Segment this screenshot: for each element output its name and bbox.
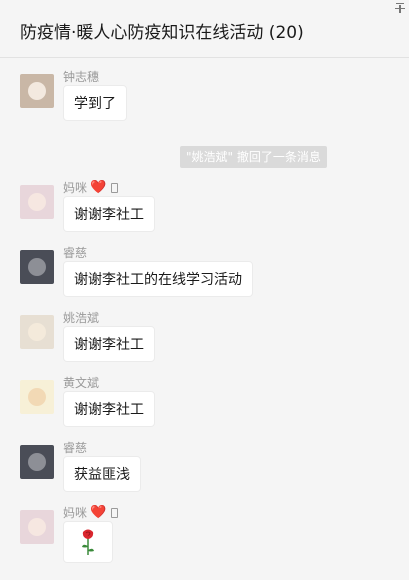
dark-avatar[interactable]: [20, 250, 54, 284]
chat-title: 防疫情·暖人心防疫知识在线活动 (20): [20, 23, 304, 43]
chat-header: 防疫情·暖人心防疫知识在线活动 (20): [0, 0, 409, 58]
message-bubble[interactable]: 获益匪浅: [63, 456, 141, 492]
sender-name: 妈咪 ❤️: [63, 504, 119, 521]
heart-icon: ❤️: [90, 179, 107, 195]
sender-name: 睿慈: [63, 441, 88, 455]
recall-notice: "姚浩斌" 撤回了一条消息: [180, 146, 327, 168]
sender-name: 妈咪 ❤️: [63, 179, 119, 196]
sticker-bubble[interactable]: [63, 521, 113, 563]
message-bubble[interactable]: 谢谢李社工的在线学习活动: [63, 261, 253, 297]
sender-name: 黄文斌: [63, 376, 100, 390]
message-list[interactable]: 钟志穗 学到了 "姚浩斌" 撤回了一条消息 妈咪 ❤️ 谢谢李社工 睿慈 谢谢李…: [0, 58, 409, 580]
heart-icon: ❤️: [90, 504, 107, 520]
rose-icon: [82, 529, 94, 555]
sender-name: 睿慈: [63, 246, 88, 260]
message-bubble[interactable]: 谢谢李社工: [63, 326, 155, 362]
bowl-avatar[interactable]: [20, 315, 54, 349]
dark-avatar[interactable]: [20, 445, 54, 479]
cartoon-avatar[interactable]: [20, 380, 54, 414]
baby-avatar[interactable]: [20, 185, 54, 219]
sender-name: 姚浩斌: [63, 311, 100, 325]
sender-name: 钟志穗: [63, 70, 100, 84]
cat-avatar[interactable]: [20, 74, 54, 108]
message-bubble[interactable]: 谢谢李社工: [63, 196, 155, 232]
tag-icon: [111, 182, 119, 193]
message-bubble[interactable]: 学到了: [63, 85, 127, 121]
baby-avatar[interactable]: [20, 510, 54, 544]
message-bubble[interactable]: 谢谢李社工: [63, 391, 155, 427]
tag-icon: [111, 507, 119, 518]
pin-icon[interactable]: [395, 2, 405, 14]
